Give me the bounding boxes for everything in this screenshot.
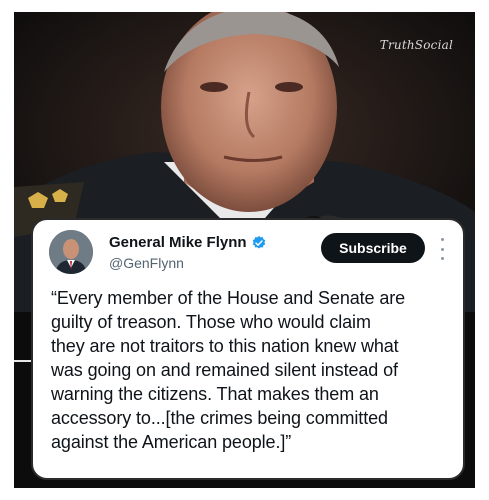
post-text-line: accessory to...[the crimes being committ… [51,408,388,428]
subscribe-button[interactable]: Subscribe [321,233,425,263]
post-text-line: they are not traitors to this nation kne… [51,336,399,356]
avatar[interactable] [49,230,93,274]
post-text: “Every member of the House and Senate ar… [51,286,455,454]
more-options-icon[interactable] [437,238,447,260]
post-text-line: warning the citizens. That makes them an [51,384,379,404]
author-name-row: General Mike Flynn [109,234,267,251]
avatar-image [49,230,93,274]
author-name[interactable]: General Mike Flynn [109,234,247,251]
post-text-line: was going on and remained silent instead… [51,360,398,380]
author-handle[interactable]: @GenFlynn [109,255,184,271]
verified-badge-icon [252,235,265,249]
post-text-line: against the American people.]” [51,432,292,452]
post-text-line: “Every member of the House and Senate ar… [51,288,406,308]
tweet-card: General Mike Flynn @GenFlynn Subscribe “… [31,218,465,480]
truthsocial-watermark: TruthSocial [379,38,453,52]
post-text-line: guilty of treason. Those who would claim [51,312,371,332]
